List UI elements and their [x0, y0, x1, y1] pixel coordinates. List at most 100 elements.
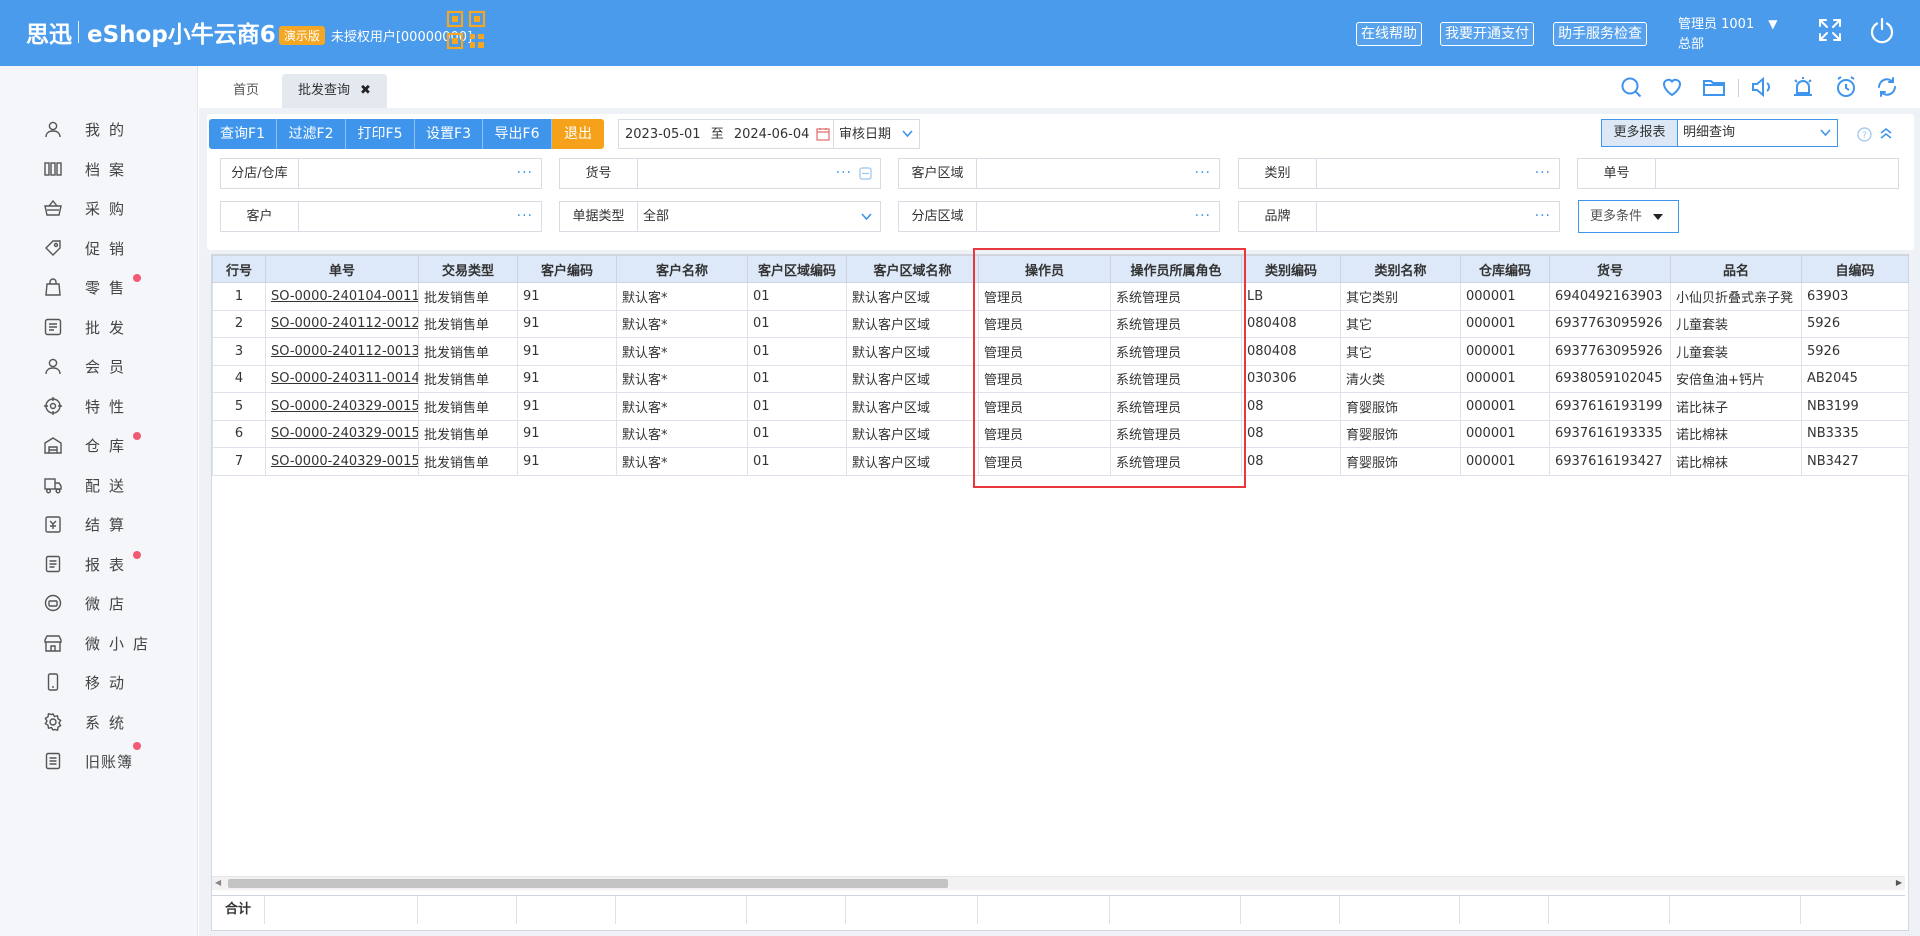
sidebar-item-archive[interactable]: 档案	[0, 151, 198, 187]
close-icon[interactable]: ✖	[360, 83, 371, 98]
sidebar-item-feature[interactable]: 特性	[0, 388, 198, 424]
store-icon	[44, 635, 62, 652]
filter-category-input[interactable]: ···	[1316, 158, 1560, 189]
sidebar-item-settlement[interactable]: 结算	[0, 506, 198, 542]
alarm-bell-icon[interactable]	[1791, 75, 1815, 99]
doc-no-link[interactable]: SO-0000-240104-0011	[265, 282, 419, 311]
export-button[interactable]: 导出F6	[483, 119, 552, 149]
filter-branch-area-input[interactable]: ···	[976, 201, 1220, 232]
filter-brand-input[interactable]: ···	[1316, 201, 1560, 232]
column-header-customer-code[interactable]: 客户编码	[517, 255, 617, 283]
sidebar-item-warehouse[interactable]: 仓库	[0, 427, 198, 463]
tab-home[interactable]: 首页	[217, 74, 275, 108]
table-cell: NB3199	[1801, 392, 1909, 421]
print-button[interactable]: 打印F5	[346, 119, 415, 149]
volume-icon[interactable]	[1750, 75, 1774, 99]
qr-code-icon[interactable]	[446, 10, 486, 50]
doc-no-link[interactable]: SO-0000-240329-0015	[265, 419, 419, 448]
more-conditions-button[interactable]: 更多条件	[1578, 200, 1679, 233]
column-header-row-no[interactable]: 行号	[212, 255, 266, 283]
ellipsis-icon[interactable]: ···	[1195, 202, 1211, 231]
filter-branch-input[interactable]: ···	[298, 158, 542, 189]
ellipsis-icon[interactable]: ···	[1535, 159, 1551, 188]
exit-button[interactable]: 退出	[552, 119, 604, 149]
fullscreen-icon[interactable]	[1816, 16, 1844, 44]
tab-wholesale-query[interactable]: 批发查询 ✖	[282, 74, 387, 108]
more-reports-button[interactable]: 更多报表	[1601, 119, 1678, 147]
filter-button[interactable]: 过滤F2	[277, 119, 346, 149]
ellipsis-icon[interactable]: ···	[1195, 159, 1211, 188]
filter-doc-type-select[interactable]: 全部	[637, 201, 881, 232]
query-button[interactable]: 查询F1	[209, 119, 277, 149]
folder-icon[interactable]	[1702, 75, 1726, 99]
refresh-icon[interactable]	[1875, 75, 1899, 99]
scrollbar-thumb[interactable]	[228, 879, 948, 888]
sidebar-item-old-ledger[interactable]: 旧账簿	[0, 742, 198, 779]
sidebar-item-mine[interactable]: 我的	[0, 111, 198, 147]
sidebar-item-delivery[interactable]: 配送	[0, 467, 198, 503]
column-header-category-code[interactable]: 类别编码	[1241, 255, 1341, 283]
sidebar-item-mobile[interactable]: 移动	[0, 664, 198, 700]
doc-no-link[interactable]: SO-0000-240329-0015	[265, 447, 419, 476]
column-header-category-name[interactable]: 类别名称	[1340, 255, 1461, 283]
help-icon[interactable]: ?	[1857, 127, 1872, 142]
sidebar-item-purchase[interactable]: 采购	[0, 190, 198, 226]
sidebar-item-label: 配送	[85, 476, 134, 495]
heart-icon[interactable]	[1660, 75, 1684, 99]
column-header-custom-code[interactable]: 自编码	[1801, 255, 1909, 283]
sidebar-item-system[interactable]: 系统	[0, 704, 198, 740]
total-cell	[1110, 896, 1241, 924]
column-header-customer-name[interactable]: 客户名称	[616, 255, 748, 283]
scroll-left-icon[interactable]: ◀	[215, 878, 221, 887]
table-cell: 6940492163903	[1549, 282, 1671, 311]
online-help-button[interactable]: 在线帮助	[1356, 22, 1422, 46]
sidebar-item-member[interactable]: 会员	[0, 348, 198, 384]
scan-icon[interactable]	[859, 167, 872, 180]
search-icon[interactable]	[1619, 75, 1643, 99]
clock-icon[interactable]	[1834, 75, 1858, 99]
date-type-select[interactable]: 审核日期	[833, 119, 920, 149]
sidebar-item-store[interactable]: 微小店	[0, 625, 198, 661]
sidebar-item-retail[interactable]: 零售	[0, 269, 198, 305]
table-cell: 批发销售单	[418, 282, 518, 311]
filter-goods-no-input[interactable]: ···	[637, 158, 881, 189]
table-cell: 000001	[1460, 364, 1550, 393]
doc-no-link[interactable]: SO-0000-240112-0012	[265, 309, 419, 338]
sidebar-item-promotion[interactable]: 促销	[0, 230, 198, 266]
date-range-input[interactable]: 2023-05-01 至 2024-06-04	[618, 119, 834, 149]
scroll-right-icon[interactable]: ▶	[1896, 878, 1902, 887]
table-cell: 6	[212, 419, 266, 448]
sidebar-item-label: 仓库	[85, 436, 134, 455]
ellipsis-icon[interactable]: ···	[517, 159, 533, 188]
column-header-product-name[interactable]: 品名	[1670, 255, 1802, 283]
ellipsis-icon[interactable]: ···	[836, 159, 852, 188]
settings-button[interactable]: 设置F3	[415, 119, 483, 149]
doc-no-link[interactable]: SO-0000-240311-0014	[265, 364, 419, 393]
filter-doc-no-input[interactable]	[1655, 158, 1899, 189]
doc-no-link[interactable]: SO-0000-240329-0015	[265, 392, 419, 421]
collapse-up-icon[interactable]	[1879, 126, 1893, 140]
sidebar-item-report[interactable]: 报表	[0, 546, 198, 582]
report-mode-select[interactable]: 明细查询	[1677, 119, 1838, 147]
assistant-check-button[interactable]: 助手服务检查	[1553, 22, 1647, 46]
column-header-warehouse-code[interactable]: 仓库编码	[1460, 255, 1550, 283]
doc-no-link[interactable]: SO-0000-240112-0013	[265, 337, 419, 366]
filter-customer-area-input[interactable]: ···	[976, 158, 1220, 189]
column-header-customer-area-name[interactable]: 客户区域名称	[846, 255, 979, 283]
column-header-trade-type[interactable]: 交易类型	[418, 255, 518, 283]
calendar-icon[interactable]	[816, 127, 830, 141]
open-payment-button[interactable]: 我要开通支付	[1440, 22, 1534, 46]
column-header-customer-area-code[interactable]: 客户区域编码	[747, 255, 847, 283]
sidebar-item-micro-shop[interactable]: 微店	[0, 585, 198, 621]
ellipsis-icon[interactable]: ···	[1535, 202, 1551, 231]
filter-customer-input[interactable]: ···	[298, 201, 542, 232]
total-cell	[978, 896, 1110, 924]
sidebar-item-wholesale[interactable]: 批发	[0, 309, 198, 345]
ellipsis-icon[interactable]: ···	[517, 202, 533, 231]
tab-bar: 首页 批发查询 ✖	[199, 66, 1920, 108]
horizontal-scrollbar[interactable]: ◀ ▶	[212, 876, 1905, 890]
column-header-doc-no[interactable]: 单号	[265, 255, 419, 283]
user-menu[interactable]: 管理员 1001 ▼ 总部	[1678, 14, 1777, 55]
power-icon[interactable]	[1868, 16, 1896, 44]
column-header-goods-no[interactable]: 货号	[1549, 255, 1671, 283]
